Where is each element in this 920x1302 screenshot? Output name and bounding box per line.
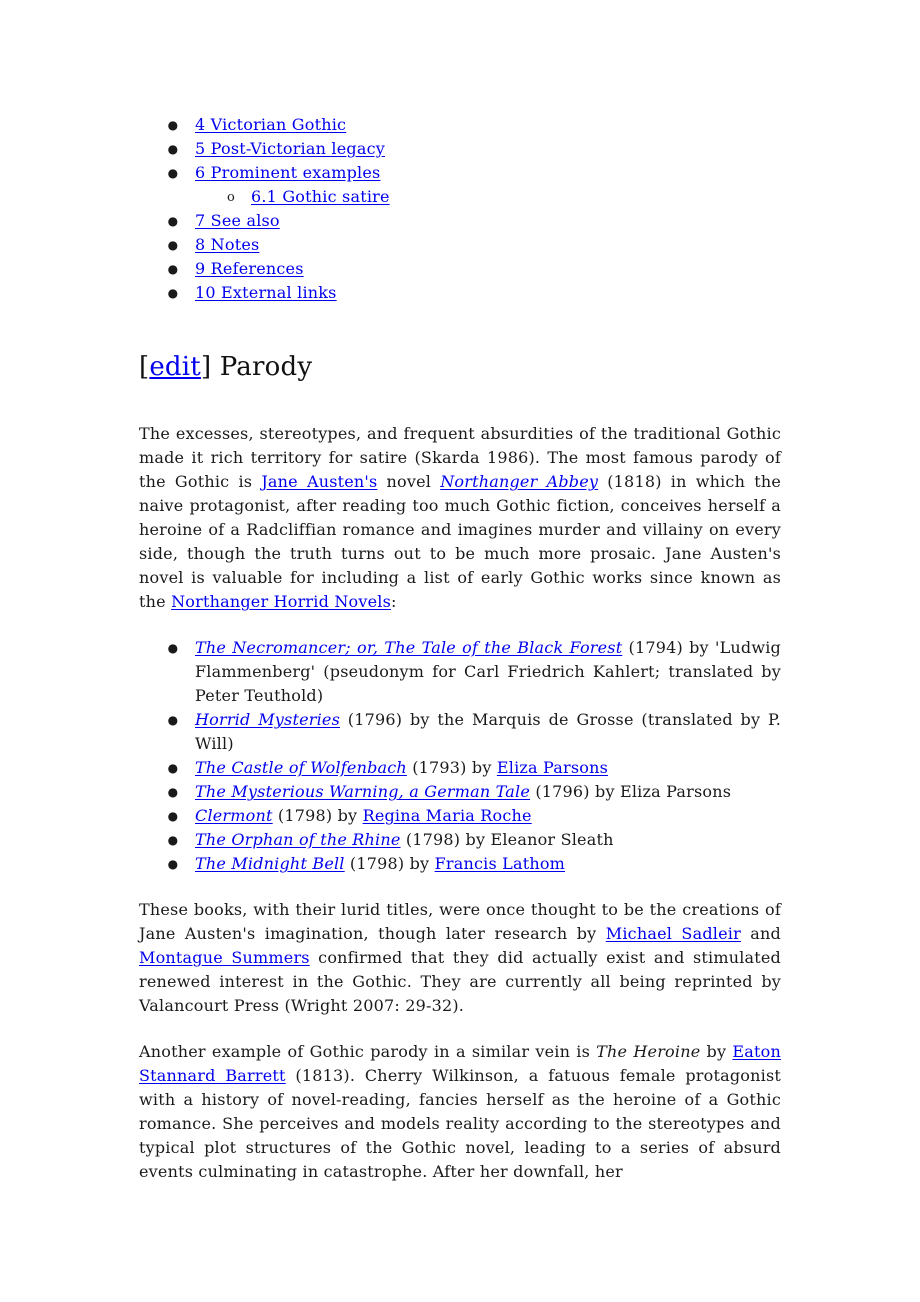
toc-link-post-victorian-legacy[interactable]: 5 Post-Victorian legacy xyxy=(195,139,385,158)
bullet-icon: ● xyxy=(167,785,179,799)
toc-item: ● 5 Post-Victorian legacy xyxy=(168,137,781,161)
toc-link-notes[interactable]: 8 Notes xyxy=(195,235,259,254)
book-details: (1798) by xyxy=(272,806,363,825)
paragraph-research: These books, with their lurid titles, we… xyxy=(139,898,781,1018)
bullet-icon: ● xyxy=(167,833,179,847)
book-title-link[interactable]: The Castle of Wolfenbach xyxy=(195,758,407,777)
book-details: (1798) by xyxy=(344,854,435,873)
bullet-icon: ● xyxy=(167,713,179,727)
bullet-icon: ● xyxy=(167,761,179,775)
toc-link-gothic-satire[interactable]: 6.1 Gothic satire xyxy=(251,187,390,206)
toc-link-external-links[interactable]: 10 External links xyxy=(195,283,337,302)
book-title-link[interactable]: The Midnight Bell xyxy=(195,854,345,873)
list-item: ● The Orphan of the Rhine (1798) by Elean… xyxy=(168,828,781,852)
bullet-icon: ● xyxy=(167,857,179,871)
toc-item: ● 10 External links xyxy=(168,281,781,305)
bullet-icon: ● xyxy=(167,809,179,823)
article-page: ● 4 Victorian Gothic ● 5 Post-Victorian … xyxy=(139,113,781,1184)
toc-sublist: o 6.1 Gothic satire xyxy=(195,185,781,209)
edit-bracket-close: ] xyxy=(200,352,212,382)
text: by xyxy=(700,1042,733,1061)
link-northanger-horrid-novels[interactable]: Northanger Horrid Novels xyxy=(171,592,391,611)
link-montague-summers[interactable]: Montague Summers xyxy=(139,948,310,967)
text: Another example of Gothic parody in a si… xyxy=(139,1042,597,1061)
horrid-novels-list: ● The Necromancer; or, The Tale of the Bl… xyxy=(139,636,781,876)
circle-bullet-icon: o xyxy=(226,190,236,205)
book-title-link[interactable]: The Mysterious Warning, a German Tale xyxy=(195,782,530,801)
author-link[interactable]: Eliza Parsons xyxy=(497,758,608,777)
book-title-link[interactable]: Clermont xyxy=(195,806,273,825)
bullet-icon: ● xyxy=(167,641,179,655)
bullet-icon: ● xyxy=(167,262,179,276)
book-title-link[interactable]: The Necromancer; or, The Tale of the Bla… xyxy=(195,638,622,657)
bullet-icon: ● xyxy=(167,166,179,180)
paragraph-heroine: Another example of Gothic parody in a si… xyxy=(139,1040,781,1184)
toc-link-see-also[interactable]: 7 See also xyxy=(195,211,280,230)
edit-bracket-open: [ xyxy=(139,352,150,382)
bullet-icon: ● xyxy=(167,118,179,132)
bullet-icon: ● xyxy=(167,214,179,228)
text: (1818) in which the naive protagonist, a… xyxy=(139,472,781,611)
toc-subitem: o 6.1 Gothic satire xyxy=(227,185,781,209)
author-link[interactable]: Regina Maria Roche xyxy=(363,806,532,825)
edit-link[interactable]: edit xyxy=(149,352,201,382)
bullet-icon: ● xyxy=(167,286,179,300)
toc-item: ● 6 Prominent examples o 6.1 Gothic sati… xyxy=(168,161,781,209)
book-title-link[interactable]: The Orphan of the Rhine xyxy=(195,830,401,849)
link-jane-austen[interactable]: Jane Austen's xyxy=(261,472,377,491)
book-details: (1796) by Eliza Parsons xyxy=(530,782,732,801)
list-item: ● The Castle of Wolfenbach (1793) by Eliz… xyxy=(168,756,781,780)
text: : xyxy=(391,592,397,611)
section-heading-parody: [edit] Parody xyxy=(139,350,781,384)
author-link[interactable]: Francis Lathom xyxy=(435,854,565,873)
toc-link-victorian-gothic[interactable]: 4 Victorian Gothic xyxy=(195,115,346,134)
list-item: ● The Mysterious Warning, a German Tale (… xyxy=(168,780,781,804)
toc-item: ● 9 References xyxy=(168,257,781,281)
link-michael-sadleir[interactable]: Michael Sadleir xyxy=(606,924,741,943)
book-details: (1798) by Eleanor Sleath xyxy=(400,830,614,849)
toc-item: ● 7 See also xyxy=(168,209,781,233)
book-title-heroine: The Heroine xyxy=(596,1042,701,1061)
paragraph-intro: The excesses, stereotypes, and frequent … xyxy=(139,422,781,614)
link-northanger-abbey[interactable]: Northanger Abbey xyxy=(440,472,598,491)
section-title: Parody xyxy=(219,352,313,382)
toc-link-prominent-examples[interactable]: 6 Prominent examples xyxy=(195,163,380,182)
list-item: ● The Midnight Bell (1798) by Francis Lat… xyxy=(168,852,781,876)
toc-item: ● 4 Victorian Gothic xyxy=(168,113,781,137)
toc-link-references[interactable]: 9 References xyxy=(195,259,304,278)
table-of-contents: ● 4 Victorian Gothic ● 5 Post-Victorian … xyxy=(139,113,781,305)
toc-item: ● 8 Notes xyxy=(168,233,781,257)
bullet-icon: ● xyxy=(167,142,179,156)
list-item: ● Clermont (1798) by Regina Maria Roche xyxy=(168,804,781,828)
text: novel xyxy=(377,472,441,491)
text: and xyxy=(740,924,781,943)
book-title-link[interactable]: Horrid Mysteries xyxy=(195,710,340,729)
list-item: ● The Necromancer; or, The Tale of the Bl… xyxy=(168,636,781,708)
book-details: (1793) by xyxy=(406,758,497,777)
bullet-icon: ● xyxy=(167,238,179,252)
list-item: ● Horrid Mysteries (1796) by the Marquis … xyxy=(168,708,781,756)
